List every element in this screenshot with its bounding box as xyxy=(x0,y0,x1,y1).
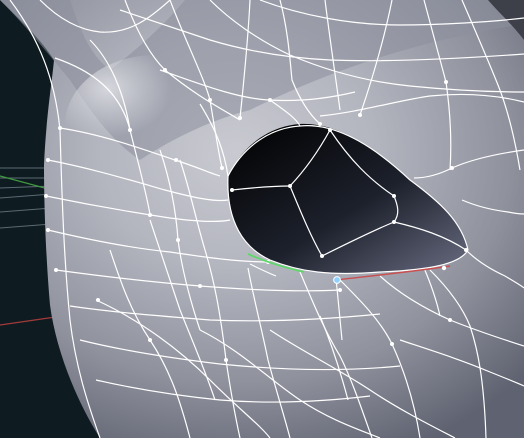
viewport-canvas[interactable] xyxy=(0,0,524,438)
3d-viewport[interactable] xyxy=(0,0,524,438)
mesh-object-icon[interactable] xyxy=(0,0,524,438)
